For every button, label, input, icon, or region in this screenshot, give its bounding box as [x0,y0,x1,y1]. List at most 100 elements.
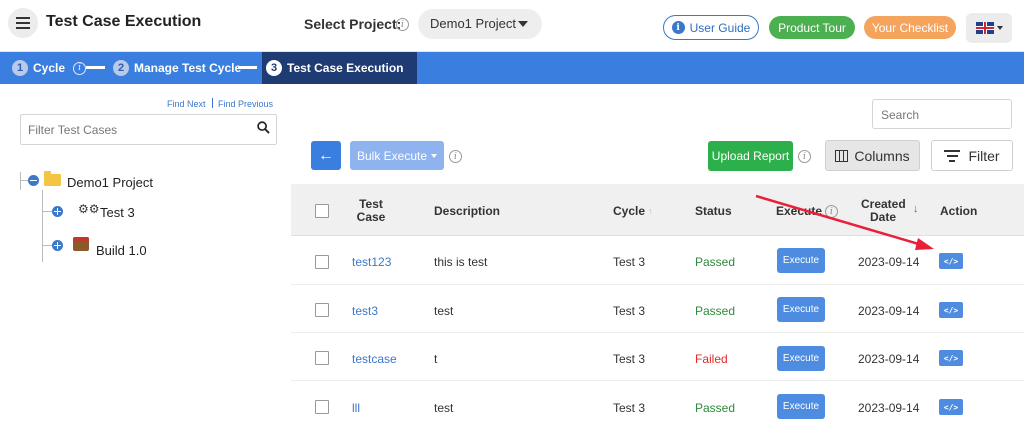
top-bar: Test Case Execution Select Project: i De… [0,0,1024,52]
tree-line [20,172,21,190]
code-view-icon[interactable]: </> [939,350,963,366]
row-checkbox[interactable] [315,400,329,414]
column-header-cycle[interactable]: Cycle [613,205,645,218]
cycle-cell: Test 3 [613,401,646,415]
search-icon[interactable] [257,121,270,134]
column-header-status[interactable]: Status [695,205,732,218]
row-checkbox[interactable] [315,351,329,365]
step-label: Cycle [33,61,66,75]
sort-arrow-icon[interactable]: ↑ [648,206,653,216]
step-test-case-execution[interactable]: 3 Test Case Execution [262,52,418,84]
tree-node-build[interactable]: Build 1.0 [96,243,147,258]
bulk-execute-label: Bulk Execute [356,148,428,163]
collapse-node-icon[interactable] [28,175,39,186]
description-cell: test [434,401,454,415]
status-cell: Passed [695,255,736,269]
filter-test-cases-input[interactable]: Filter Test Cases [20,114,277,145]
step-connector [86,66,105,69]
arrow-left-icon: ← [318,146,334,164]
description-cell: t [434,352,438,366]
expand-node-icon[interactable] [52,206,63,217]
tree-node-test-3[interactable]: Test 3 [100,205,135,220]
tree-line [42,245,52,246]
caret-down-icon [431,153,438,158]
step-number: 2 [113,60,129,76]
header-line: Case [356,210,386,224]
filter-button[interactable]: Filter [931,140,1013,171]
step-label: Test Case Execution [287,61,404,75]
columns-label: Columns [854,147,910,164]
columns-icon [835,149,849,162]
info-icon[interactable]: i [73,61,87,75]
test-case-link[interactable]: testcase [352,352,397,366]
step-manage-test-cycle[interactable]: 2 Manage Test Cycle [113,52,241,84]
language-selector[interactable] [966,13,1012,43]
execute-button[interactable]: Execute [777,248,825,273]
menu-icon[interactable] [8,8,38,38]
expand-node-icon[interactable] [52,240,63,251]
tree-line [20,180,28,181]
column-header-test-case[interactable]: Test Case [356,198,386,224]
column-header-created-date[interactable]: Created Date [861,198,906,224]
search-input[interactable]: Search [872,99,1012,129]
cycle-cell: Test 3 [613,304,646,318]
code-view-icon[interactable]: </> [939,302,963,318]
user-guide-button[interactable]: i User Guide [663,15,759,40]
column-header-description[interactable]: Description [434,205,500,218]
columns-button[interactable]: Columns [825,140,920,171]
test-case-link[interactable]: lll [352,401,360,415]
execute-button[interactable]: Execute [777,297,825,322]
project-select[interactable]: Demo1 Project [418,9,542,39]
project-label: Select Project: [304,16,402,32]
step-number: 3 [266,60,282,76]
divider [212,98,213,108]
status-cell: Failed [695,352,728,366]
test-case-link[interactable]: test123 [352,255,391,269]
tree-line [42,190,43,262]
status-cell: Passed [695,401,736,415]
uk-flag-icon [975,22,994,34]
code-view-icon[interactable]: </> [939,399,963,415]
filter-label: Filter [968,147,1000,164]
info-icon[interactable]: i [825,205,838,218]
tree-node-project[interactable]: Demo1 Project [67,175,153,190]
bulk-execute-button[interactable]: Bulk Execute [350,141,444,170]
execute-button[interactable]: Execute [777,346,825,371]
created-date-cell: 2023-09-14 [858,304,920,318]
column-header-action: Action [940,204,978,218]
description-cell: this is test [434,255,488,269]
created-date-cell: 2023-09-14 [858,352,920,366]
row-checkbox[interactable] [315,255,329,269]
step-cycle[interactable]: 1 Cycle i [12,52,87,84]
build-box-icon [73,237,89,251]
caret-down-icon [518,21,528,27]
header-line: Date [869,210,896,224]
status-cell: Passed [695,304,736,318]
user-guide-label: User Guide [689,20,751,35]
step-connector [238,66,257,69]
row-checkbox[interactable] [315,303,329,317]
select-all-checkbox[interactable] [315,204,329,218]
sort-down-icon[interactable]: ↓ [913,203,919,215]
info-icon[interactable]: i [396,18,409,31]
folder-icon [44,171,61,186]
find-previous-link[interactable]: Find Previous [218,99,273,109]
your-checklist-button[interactable]: Your Checklist [864,16,956,39]
product-tour-button[interactable]: Product Tour [769,16,855,39]
info-circle-icon: i [671,21,685,34]
find-next-link[interactable]: Find Next [167,99,206,109]
upload-report-button[interactable]: Upload Report [708,141,793,171]
cycle-cell: Test 3 [613,352,646,366]
info-icon[interactable]: i [798,150,811,163]
step-label: Manage Test Cycle [134,61,242,75]
test-case-link[interactable]: test3 [352,304,378,318]
gears-icon: ⚙⚙ [78,202,100,216]
step-number: 1 [12,60,28,76]
execute-button[interactable]: Execute [777,394,825,419]
tree-line [42,211,52,212]
back-button[interactable]: ← [311,141,341,170]
created-date-cell: 2023-09-14 [858,255,920,269]
column-header-execute: Execute [776,204,823,218]
info-icon[interactable]: i [449,150,462,163]
code-view-icon[interactable]: </> [939,253,963,269]
